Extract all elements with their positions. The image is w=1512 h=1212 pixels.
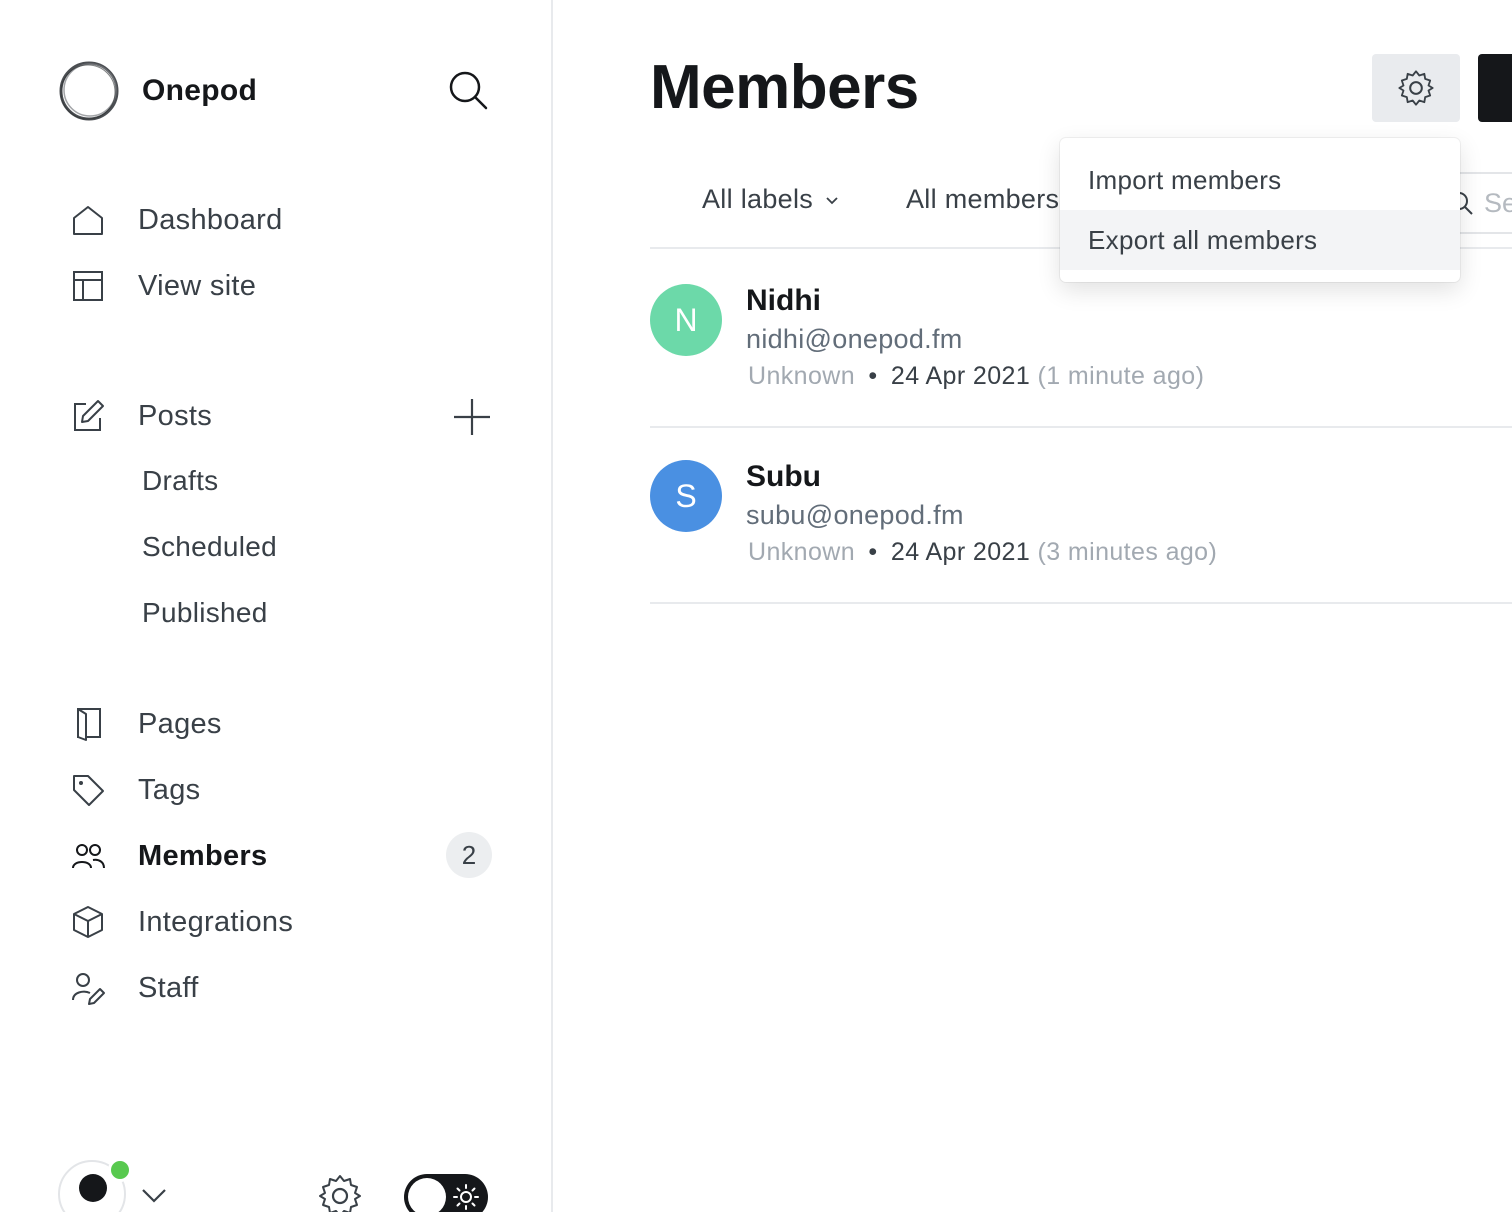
settings-gear-icon[interactable] — [316, 1172, 364, 1212]
home-icon — [68, 200, 108, 240]
sidebar-item-scheduled[interactable]: Scheduled — [142, 531, 277, 563]
import-members-item[interactable]: Import members — [1060, 150, 1460, 210]
member-date: 24 Apr 2021 — [890, 362, 1031, 390]
site-logo-icon — [59, 61, 119, 121]
sidebar-item-staff[interactable]: Staff — [68, 965, 199, 1011]
members-count-badge: 2 — [446, 832, 492, 878]
member-relative-time: (3 minutes ago) — [1037, 538, 1218, 566]
chevron-down-icon — [826, 196, 838, 204]
members-filter[interactable]: All members — [906, 184, 1059, 215]
gear-icon — [1398, 70, 1434, 106]
edit-icon — [68, 396, 108, 436]
brand[interactable]: Onepod — [58, 60, 257, 122]
row-divider — [650, 602, 1512, 604]
labels-filter-label: All labels — [702, 184, 814, 214]
tag-icon — [68, 770, 108, 810]
page-title: Members — [650, 53, 919, 122]
member-meta: Unknown • 24 Apr 2021 (1 minute ago) — [748, 362, 1204, 391]
member-search-input[interactable] — [1484, 187, 1512, 219]
theme-toggle[interactable] — [404, 1174, 488, 1212]
member-email: nidhi@onepod.fm — [746, 324, 963, 354]
sidebar-item-tags[interactable]: Tags — [68, 767, 200, 813]
member-relative-time: (1 minute ago) — [1037, 362, 1205, 390]
sidebar-item-label: Staff — [138, 971, 199, 1004]
chevron-down-icon[interactable] — [140, 1184, 168, 1206]
new-post-plus-icon[interactable] — [450, 395, 494, 439]
row-divider — [650, 426, 1512, 428]
sun-icon — [453, 1184, 479, 1210]
sidebar-item-label: Tags — [138, 773, 201, 806]
member-row[interactable]: S Subu subu@onepod.fm Unknown • 24 Apr 2… — [650, 460, 1512, 636]
sidebar-item-integrations[interactable]: Integrations — [68, 899, 293, 945]
sidebar-item-view-site[interactable]: View site — [68, 263, 256, 309]
members-actions-dropdown: Import members Export all members — [1060, 138, 1460, 282]
search-icon[interactable] — [446, 68, 490, 112]
layout-icon — [68, 266, 108, 306]
meta-separator: • — [868, 538, 878, 566]
meta-separator: • — [868, 362, 878, 390]
sidebar-item-label: Integrations — [138, 905, 294, 938]
new-member-button[interactable] — [1478, 54, 1512, 122]
sidebar-item-label: Dashboard — [138, 203, 283, 236]
toggle-knob — [408, 1178, 446, 1212]
member-row[interactable]: N Nidhi nidhi@onepod.fm Unknown • 24 Apr… — [650, 284, 1512, 460]
member-date: 24 Apr 2021 — [890, 538, 1031, 566]
sidebar-item-pages[interactable]: Pages — [68, 701, 222, 747]
sidebar-item-posts[interactable]: Posts — [68, 393, 212, 439]
member-name: Nidhi — [746, 284, 821, 317]
member-avatar: N — [650, 284, 722, 356]
sidebar-item-label: Pages — [138, 707, 222, 740]
sidebar-item-dashboard[interactable]: Dashboard — [68, 197, 283, 243]
member-meta: Unknown • 24 Apr 2021 (3 minutes ago) — [748, 538, 1217, 567]
staff-icon — [68, 968, 108, 1008]
sidebar: Onepod Dashboard View site Posts Drafts … — [0, 0, 553, 1212]
members-filter-label: All members — [906, 184, 1060, 214]
sidebar-item-label: View site — [138, 269, 257, 302]
export-all-members-item[interactable]: Export all members — [1060, 210, 1460, 270]
sidebar-item-label: Members — [138, 839, 268, 872]
member-name: Subu — [746, 460, 821, 493]
members-icon — [68, 836, 108, 876]
member-avatar: S — [650, 460, 722, 532]
cube-icon — [68, 902, 108, 942]
page-icon — [68, 704, 108, 744]
labels-filter[interactable]: All labels — [702, 184, 841, 215]
sidebar-item-members[interactable]: Members — [68, 833, 267, 879]
site-name: Onepod — [142, 74, 258, 107]
member-location: Unknown — [748, 362, 856, 390]
sidebar-item-drafts[interactable]: Drafts — [142, 465, 218, 497]
members-settings-button[interactable] — [1372, 54, 1460, 122]
sidebar-item-published[interactable]: Published — [142, 597, 268, 629]
sidebar-item-label: Posts — [138, 399, 213, 432]
member-location: Unknown — [748, 538, 856, 566]
online-status-dot — [108, 1158, 132, 1182]
member-email: subu@onepod.fm — [746, 500, 964, 530]
